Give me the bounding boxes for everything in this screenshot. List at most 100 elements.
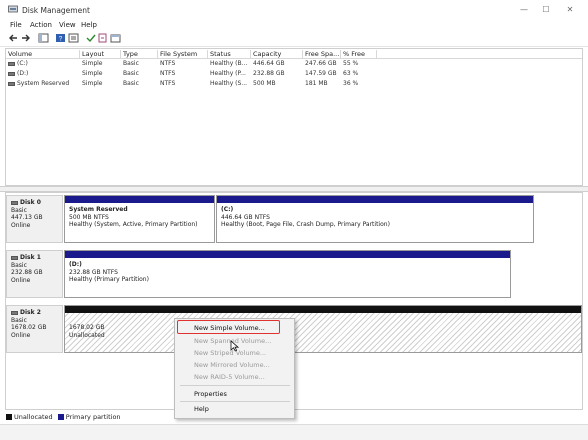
- partition-status: Healthy (Primary Partition): [69, 276, 149, 283]
- console-tree-icon[interactable]: [38, 33, 49, 43]
- cell-status: Healthy (S...: [210, 80, 248, 87]
- table-row[interactable]: System Reserved: [8, 80, 69, 87]
- unallocated-bar: [65, 306, 581, 313]
- cell-capacity: 500 MB: [253, 80, 276, 87]
- col-free-space[interactable]: Free Spa...: [303, 50, 341, 59]
- menu-new-simple-volume[interactable]: New Simple Volume...: [194, 324, 265, 332]
- disk-name: Disk 2: [20, 309, 41, 316]
- menu-properties[interactable]: Properties: [194, 390, 227, 398]
- disk-state: Online: [11, 276, 31, 284]
- properties-icon[interactable]: [68, 33, 79, 43]
- primary-swatch: [57, 414, 64, 420]
- cell-capacity: 232.88 GB: [253, 70, 285, 77]
- partition-status: Healthy (System, Active, Primary Partiti…: [69, 221, 198, 228]
- disk-size: 232.88 GB: [11, 269, 43, 276]
- cell-volume: (D:): [17, 70, 29, 77]
- partition-size: 1678.02 GB: [69, 324, 105, 331]
- disk-type: Basic: [11, 261, 27, 269]
- menu-new-raid5-volume[interactable]: New RAID-5 Volume...: [194, 373, 265, 381]
- cell-file-system: NTFS: [160, 80, 176, 87]
- partition-c[interactable]: (C:) 446.64 GB NTFS Healthy (Boot, Page …: [216, 195, 534, 243]
- disk-name: Disk 0: [20, 199, 41, 206]
- volume-list[interactable]: [5, 48, 583, 186]
- col-type[interactable]: Type: [121, 50, 158, 59]
- legend-primary: Primary partition: [65, 413, 121, 421]
- disk-state: Online: [11, 221, 31, 229]
- disk-0-label[interactable]: Disk 0 Basic 447.13 GB Online: [6, 195, 63, 243]
- table-row[interactable]: (C:): [8, 60, 28, 67]
- partition-d[interactable]: (D:) 232.88 GB NTFS Healthy (Primary Par…: [64, 250, 511, 298]
- mouse-cursor-icon: [230, 340, 239, 352]
- menu-separator: [180, 385, 290, 386]
- maximize-button[interactable]: ☐: [538, 4, 554, 16]
- menu-separator: [180, 401, 290, 402]
- disk-icon: [11, 255, 18, 260]
- partition-size: 232.88 GB NTFS: [69, 268, 118, 276]
- cell-percent-free: 55 %: [343, 60, 359, 67]
- cell-type: Basic: [123, 80, 139, 87]
- drive-icon: [8, 81, 15, 86]
- window-title: Disk Management: [22, 6, 90, 15]
- disk-2-label[interactable]: Disk 2 Basic 1678.02 GB Online: [6, 305, 63, 353]
- cell-volume: (C:): [17, 60, 28, 67]
- minimize-button[interactable]: —: [516, 4, 532, 16]
- menu-file[interactable]: File: [10, 21, 22, 29]
- cell-status: Healthy (B...: [210, 60, 248, 67]
- cell-layout: Simple: [82, 70, 103, 77]
- col-file-system[interactable]: File System: [158, 50, 208, 59]
- menu-help[interactable]: Help: [81, 21, 97, 29]
- menu-view[interactable]: View: [59, 21, 76, 29]
- primary-partition-bar: [65, 196, 214, 203]
- col-volume[interactable]: Volume: [6, 50, 80, 59]
- partition-title: System Reserved: [69, 206, 128, 213]
- partition-size: 500 MB NTFS: [69, 213, 109, 221]
- partition-system-reserved[interactable]: System Reserved 500 MB NTFS Healthy (Sys…: [64, 195, 215, 243]
- primary-partition-bar: [217, 196, 533, 203]
- col-layout[interactable]: Layout: [80, 50, 121, 59]
- cell-capacity: 446.64 GB: [253, 60, 285, 67]
- drive-icon: [8, 61, 15, 66]
- check-icon[interactable]: [85, 33, 96, 43]
- forward-icon[interactable]: [20, 33, 31, 43]
- new-icon[interactable]: [97, 33, 108, 43]
- disk-icon: [11, 310, 18, 315]
- table-row[interactable]: (D:): [8, 70, 28, 77]
- cell-layout: Simple: [82, 60, 103, 67]
- disk-size: 1678.02 GB: [11, 324, 47, 331]
- help-icon[interactable]: ?: [55, 33, 66, 43]
- disk-management-icon: [8, 5, 18, 13]
- partition-status: Healthy (Boot, Page File, Crash Dump, Pr…: [221, 221, 390, 228]
- partition-title: (D:): [69, 261, 82, 268]
- col-percent-free[interactable]: % Free: [341, 50, 377, 59]
- col-status[interactable]: Status: [208, 50, 251, 59]
- menu-help-item[interactable]: Help: [194, 405, 209, 413]
- cell-file-system: NTFS: [160, 70, 176, 77]
- menu-action[interactable]: Action: [30, 21, 52, 29]
- partition-status: Unallocated: [69, 331, 105, 339]
- col-capacity[interactable]: Capacity: [251, 50, 303, 59]
- disk-type: Basic: [11, 206, 27, 214]
- cell-type: Basic: [123, 70, 139, 77]
- export-icon[interactable]: [110, 33, 121, 43]
- back-icon[interactable]: [8, 33, 19, 43]
- cell-layout: Simple: [82, 80, 103, 87]
- menu-new-mirrored-volume[interactable]: New Mirrored Volume...: [194, 361, 270, 369]
- svg-text:?: ?: [59, 36, 63, 43]
- status-bar: [0, 424, 588, 440]
- cell-free-space: 147.59 GB: [305, 70, 337, 77]
- primary-partition-bar: [65, 251, 510, 258]
- legend: Unallocated Primary partition: [6, 413, 121, 421]
- disk-size: 447.13 GB: [11, 214, 43, 221]
- partition-title: (C:): [221, 206, 234, 213]
- cell-percent-free: 36 %: [343, 80, 359, 87]
- cell-file-system: NTFS: [160, 60, 176, 67]
- unallocated-space[interactable]: 1678.02 GB Unallocated: [64, 305, 582, 353]
- disk-icon: [11, 200, 18, 205]
- disk-name: Disk 1: [20, 254, 41, 261]
- drive-icon: [8, 71, 15, 76]
- disk-state: Online: [11, 331, 31, 339]
- cell-free-space: 247.66 GB: [305, 60, 337, 67]
- disk-1-label[interactable]: Disk 1 Basic 232.88 GB Online: [6, 250, 63, 298]
- partition-title: [69, 316, 577, 324]
- close-button[interactable]: ✕: [562, 4, 578, 16]
